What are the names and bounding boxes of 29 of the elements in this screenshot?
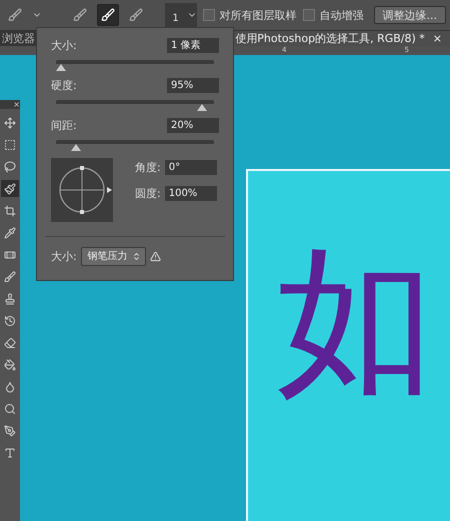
value-field[interactable]: 95% [167,78,219,92]
checkbox[interactable] [202,9,215,21]
slider-thumb[interactable] [196,104,207,111]
selection-brush-icon[interactable] [97,4,119,26]
warning-icon [150,250,161,262]
updown-icon [132,252,141,260]
slider-label: 硬度: [51,78,77,92]
canvas-text: 如 [276,241,436,401]
checkbox[interactable] [302,9,315,21]
slider-thumb[interactable] [56,64,66,71]
value-field[interactable]: 100% [164,186,217,200]
slider-label: 大小: [51,38,77,52]
slider-thumb[interactable] [70,144,81,151]
field-label: 大小: [51,248,77,264]
checkbox-label: 对所有图层取样 [220,8,297,22]
value-field[interactable]: 20% [167,118,219,132]
pressure-dropdown[interactable]: 钢笔压力 [80,246,146,266]
brush-angle-preview[interactable] [51,158,113,222]
value-field[interactable]: 0° [164,160,217,174]
slider-label: 间距: [51,118,77,132]
field-label: 角度: [135,160,161,174]
brush-size-picker[interactable]: 1 [164,3,197,27]
close-icon[interactable]: × [432,32,442,45]
refine-edge-button[interactable]: 调整边缘... [374,6,446,24]
field-label: 圆度: [135,186,161,200]
value-field[interactable]: 1 像素 [167,38,219,52]
brush-icon[interactable] [1,180,19,197]
checkbox-label: 自动增强 [320,8,364,22]
document-tab[interactable]: 使用Photoshop的选择工具, RGB/8) * × [233,31,450,46]
